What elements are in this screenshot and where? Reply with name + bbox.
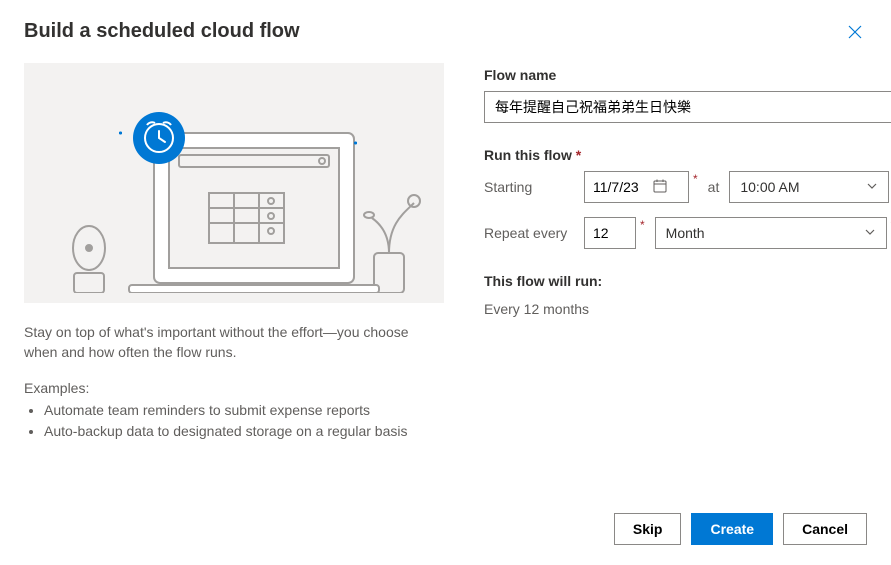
summary-text: Every 12 months <box>484 301 891 317</box>
date-field[interactable] <box>593 179 653 195</box>
example-item: Automate team reminders to submit expens… <box>44 400 444 421</box>
illustration <box>24 63 444 303</box>
starting-label: Starting <box>484 179 574 195</box>
description-text: Stay on top of what's important without … <box>24 323 444 362</box>
at-label: at <box>708 179 720 195</box>
repeat-unit-select[interactable]: Month <box>655 217 887 249</box>
skip-button[interactable]: Skip <box>614 513 682 545</box>
starting-time-select[interactable]: 10:00 AM <box>729 171 889 203</box>
create-button[interactable]: Create <box>691 513 773 545</box>
summary-label: This flow will run: <box>484 273 891 289</box>
flow-name-input[interactable] <box>484 91 891 123</box>
time-value: 10:00 AM <box>740 179 799 195</box>
examples-list: Automate team reminders to submit expens… <box>24 400 444 442</box>
calendar-icon[interactable] <box>653 179 667 196</box>
example-item: Auto-backup data to designated storage o… <box>44 421 444 442</box>
run-flow-label: Run this flow * <box>484 147 891 163</box>
starting-date-input[interactable] <box>584 171 689 203</box>
page-title: Build a scheduled cloud flow <box>24 20 300 43</box>
repeat-label: Repeat every <box>484 225 574 241</box>
close-icon <box>847 28 863 43</box>
repeat-value-input[interactable] <box>584 217 636 249</box>
required-mark: * <box>693 172 698 186</box>
chevron-down-icon <box>866 179 878 195</box>
examples-label: Examples: <box>24 380 444 396</box>
flow-name-label: Flow name <box>484 67 891 83</box>
required-mark: * <box>640 218 645 232</box>
chevron-down-icon <box>864 225 876 241</box>
unit-value: Month <box>666 225 705 241</box>
cancel-button[interactable]: Cancel <box>783 513 867 545</box>
close-button[interactable] <box>843 20 867 47</box>
